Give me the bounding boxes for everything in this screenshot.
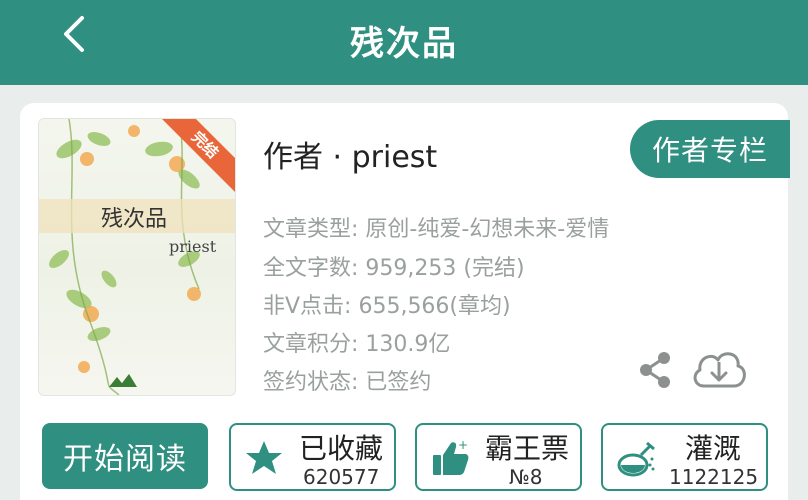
irrigate-button[interactable]: 灌溉 1122125 bbox=[601, 423, 768, 491]
info-score: 文章积分: 130.9亿 bbox=[263, 332, 451, 357]
download-button[interactable] bbox=[690, 346, 748, 392]
flask-icon bbox=[617, 441, 655, 477]
info-sign-status: 签约状态: 已签约 bbox=[263, 370, 432, 395]
thumbs-up-icon: + bbox=[433, 439, 469, 475]
info-genre: 文章类型: 原创-纯爱-幻想未来-爱情 bbox=[263, 217, 610, 242]
collect-button[interactable]: 已收藏 620577 bbox=[229, 423, 396, 491]
download-icon bbox=[693, 352, 746, 388]
author-line[interactable]: 作者 · priest bbox=[263, 132, 437, 176]
cover-title: 残次品 bbox=[101, 207, 168, 232]
start-reading-button[interactable]: 开始阅读 bbox=[42, 423, 208, 489]
overlord-ticket-button[interactable]: + 霸王票 №8 bbox=[415, 423, 582, 491]
overlord-ticket-rank: №8 bbox=[509, 465, 543, 489]
svg-text:+: + bbox=[458, 439, 468, 452]
share-icon bbox=[640, 352, 670, 388]
author-column-button[interactable]: 作者专栏 bbox=[630, 120, 790, 178]
collect-count: 620577 bbox=[303, 465, 380, 489]
cover-author: priest bbox=[169, 237, 217, 256]
top-bar: 残次品 bbox=[0, 0, 808, 85]
page-title: 残次品 bbox=[350, 24, 458, 64]
irrigate-label: 灌溉 bbox=[685, 432, 742, 465]
star-icon bbox=[246, 441, 282, 474]
book-cover[interactable]: 残次品 priest 完结 bbox=[38, 118, 236, 396]
share-button[interactable] bbox=[636, 350, 674, 390]
info-clicks: 非V点击: 655,566(章均) bbox=[263, 294, 511, 319]
info-word-count: 全文字数: 959,253 (完结) bbox=[263, 256, 525, 281]
irrigate-count: 1122125 bbox=[669, 465, 759, 489]
overlord-ticket-label: 霸王票 bbox=[485, 432, 570, 465]
collect-label: 已收藏 bbox=[299, 432, 384, 465]
